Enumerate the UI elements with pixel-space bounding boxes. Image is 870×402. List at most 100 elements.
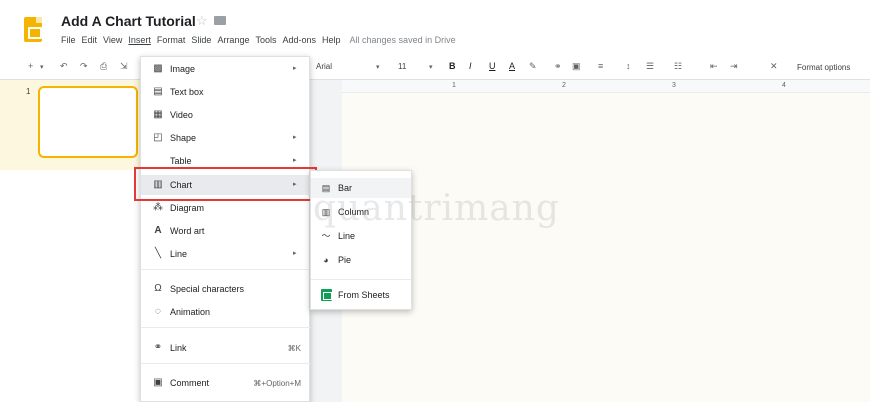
toolbar: + ▾ ↶ ↷ ⎙ ⇲ Arial ▾ 11 ▾ B I U A ✎ ⚭ ▣ ≡… <box>0 56 870 80</box>
menu-arrange[interactable]: Arrange <box>217 35 249 49</box>
menu-item-label: Animation <box>170 307 211 317</box>
line-icon: ╲ <box>154 248 162 259</box>
menu-item-label: Table <box>170 156 192 166</box>
submenu-item-from-sheets[interactable]: From Sheets <box>311 285 411 305</box>
menu-item-shape[interactable]: ◰ Shape ▸ <box>141 128 311 148</box>
menu-item-label: Word art <box>170 226 205 236</box>
paint-format-button[interactable]: ⇲ <box>120 61 128 72</box>
menu-addons[interactable]: Add-ons <box>282 35 316 49</box>
submenu-item-label: Pie <box>338 255 352 265</box>
submenu-arrow-icon: ▸ <box>293 250 297 257</box>
font-dropdown-icon[interactable]: ▾ <box>376 63 380 71</box>
menu-item-video[interactable]: ▦ Video <box>141 105 311 125</box>
numbered-list-icon[interactable]: ☰ <box>646 61 654 72</box>
chart-highlight-box <box>134 167 317 201</box>
menu-item-line[interactable]: ╲ Line ▸ <box>141 244 311 264</box>
bulleted-list-icon[interactable]: ☷ <box>674 61 682 72</box>
menu-divider <box>141 269 311 270</box>
menu-item-special-characters[interactable]: Ω Special characters <box>141 279 311 299</box>
submenu-item-label: Line <box>338 231 356 241</box>
menu-help[interactable]: Help <box>322 35 341 49</box>
menu-view[interactable]: View <box>103 35 122 49</box>
submenu-divider <box>311 279 411 280</box>
menu-edit[interactable]: Edit <box>82 35 98 49</box>
shortcut-label: ⌘+Option+M <box>253 379 301 388</box>
submenu-item-label: From Sheets <box>338 290 390 300</box>
ruler-tick: 2 <box>562 82 566 89</box>
font-size-selector[interactable]: 11 <box>398 62 406 71</box>
menu-divider <box>141 363 311 364</box>
shortcut-label: ⌘K <box>287 344 301 353</box>
menu-item-label: Comment <box>170 378 210 388</box>
text-box-icon: ▤ <box>153 86 163 97</box>
submenu-arrow-icon: ▸ <box>293 157 297 164</box>
video-icon: ▦ <box>153 109 163 120</box>
pie-chart-icon: ◕ <box>323 255 329 265</box>
text-color-button[interactable]: A <box>509 61 515 71</box>
menu-item-label: Shape <box>170 133 197 143</box>
folder-icon[interactable] <box>214 16 226 25</box>
menu-divider <box>141 327 311 328</box>
submenu-arrow-icon: ▸ <box>293 134 297 141</box>
insert-menu: ▩ Image ▸ ▤ Text box ▦ Video ◰ Shape ▸ T… <box>140 56 311 402</box>
clear-formatting-icon[interactable]: ✕ <box>770 61 778 72</box>
align-icon[interactable]: ≡ <box>598 61 603 71</box>
increase-indent-icon[interactable]: ⇥ <box>730 61 738 72</box>
menu-item-label: Text box <box>170 87 204 97</box>
line-chart-icon: 〜 <box>321 231 331 241</box>
menu-item-comment[interactable]: ▣ Comment ⌘+Option+M <box>141 373 311 393</box>
bold-button[interactable]: B <box>449 61 456 71</box>
menu-item-label: Line <box>170 249 188 259</box>
submenu-item-line[interactable]: 〜 Line <box>311 226 411 246</box>
omega-icon: Ω <box>154 283 162 294</box>
add-comment-icon[interactable]: ▣ <box>572 61 581 72</box>
menu-insert[interactable]: Insert <box>128 35 151 49</box>
slide-thumbnail[interactable] <box>38 86 138 158</box>
font-selector[interactable]: Arial <box>316 62 332 71</box>
menu-slide[interactable]: Slide <box>191 35 211 49</box>
new-slide-dropdown[interactable]: ▾ <box>40 63 44 71</box>
ruler: 1 2 3 4 <box>342 80 870 93</box>
redo-button[interactable]: ↷ <box>80 61 88 72</box>
document-title[interactable]: Add A Chart Tutorial <box>61 13 196 29</box>
menu-file[interactable]: File <box>61 35 76 49</box>
menu-item-word-art[interactable]: A Word art <box>141 221 311 241</box>
print-button[interactable]: ⎙ <box>100 61 107 72</box>
sheets-icon <box>321 289 332 301</box>
menu-item-label: Video <box>170 110 193 120</box>
format-options-button[interactable]: Format options <box>797 63 850 72</box>
comment-icon: ▣ <box>153 377 163 388</box>
menu-tools[interactable]: Tools <box>255 35 276 49</box>
menu-item-link[interactable]: ⚭ Link ⌘K <box>141 338 311 358</box>
submenu-item-pie[interactable]: ◕ Pie <box>311 250 411 270</box>
menu-item-image[interactable]: ▩ Image ▸ <box>141 59 311 79</box>
submenu-arrow-icon: ▸ <box>293 65 297 72</box>
watermark: quantrimang <box>313 188 560 229</box>
ruler-tick: 4 <box>782 82 786 89</box>
app-header: Add A Chart Tutorial ☆ File Edit View In… <box>0 0 870 56</box>
word-art-icon: A <box>154 225 162 236</box>
slides-logo-icon[interactable] <box>24 17 42 42</box>
underline-button[interactable]: U <box>489 61 496 71</box>
undo-button[interactable]: ↶ <box>60 61 68 72</box>
save-status[interactable]: All changes saved in Drive <box>350 35 456 49</box>
new-slide-button[interactable]: + <box>28 61 33 71</box>
menu-item-diagram[interactable]: ⁂ Diagram <box>141 198 311 218</box>
ruler-tick: 3 <box>672 82 676 89</box>
decrease-indent-icon[interactable]: ⇤ <box>710 61 718 72</box>
image-icon: ▩ <box>153 63 163 74</box>
font-size-dropdown-icon[interactable]: ▾ <box>429 63 433 71</box>
italic-button[interactable]: I <box>469 61 472 71</box>
diagram-icon: ⁂ <box>153 202 163 213</box>
menu-format[interactable]: Format <box>157 35 186 49</box>
slide-canvas[interactable] <box>342 93 870 402</box>
menubar: File Edit View Insert Format Slide Arran… <box>61 35 462 49</box>
insert-link-icon[interactable]: ⚭ <box>554 61 562 72</box>
menu-item-text-box[interactable]: ▤ Text box <box>141 82 311 102</box>
slide-number: 1 <box>26 87 31 96</box>
highlight-color-icon[interactable]: ✎ <box>529 61 537 72</box>
menu-item-animation[interactable]: ◌ Animation <box>141 302 311 322</box>
star-icon[interactable]: ☆ <box>196 13 208 29</box>
menu-item-label: Diagram <box>170 203 205 213</box>
line-spacing-icon[interactable]: ↕ <box>626 61 631 71</box>
